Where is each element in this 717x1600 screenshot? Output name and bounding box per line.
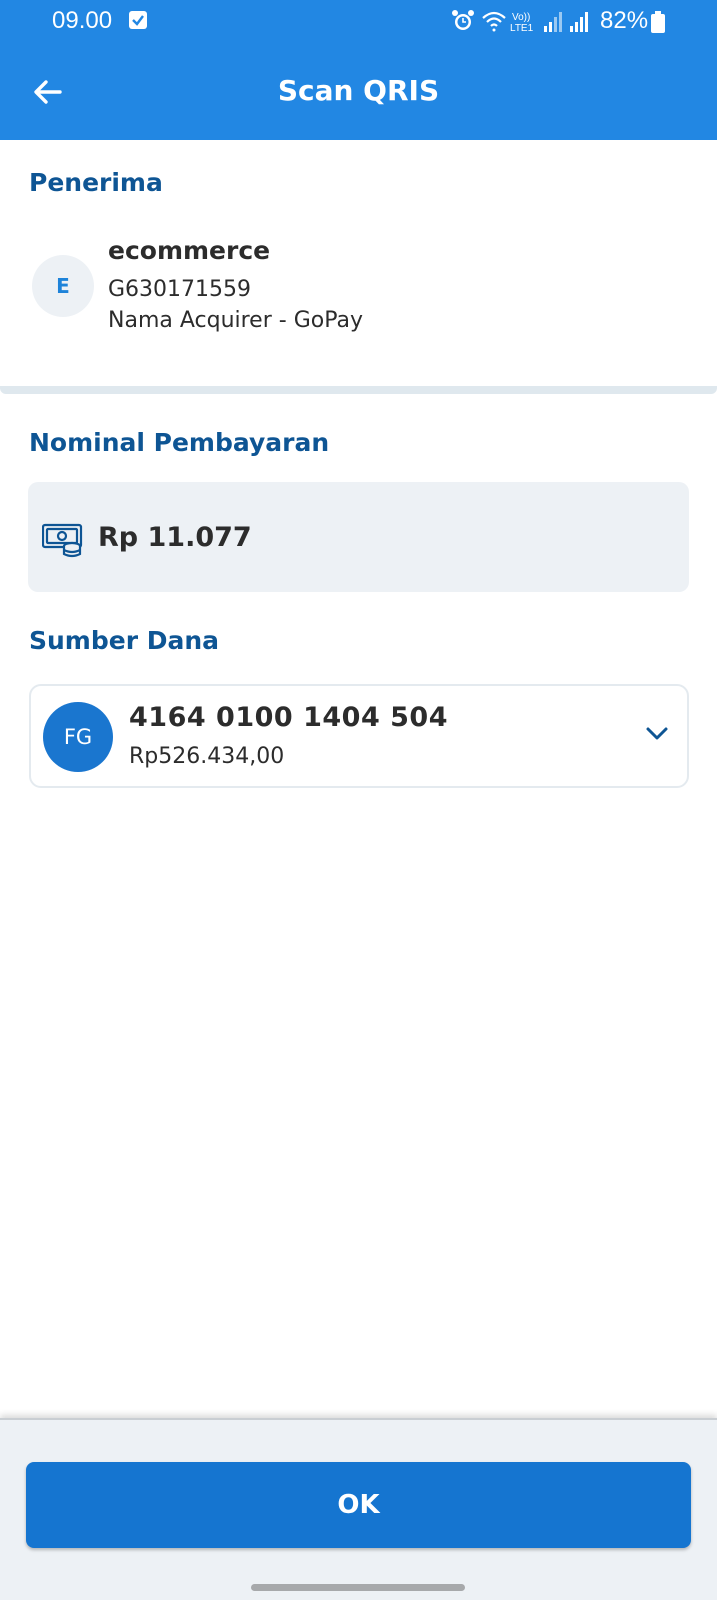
signal-icon — [544, 12, 562, 32]
svg-text:LTE1: LTE1 — [510, 23, 534, 34]
bottom-action-bar: OK — [0, 1418, 717, 1600]
amount-box: Rp 11.077 — [28, 482, 689, 592]
page-title: Scan QRIS — [277, 74, 440, 107]
ok-button[interactable]: OK — [26, 1462, 691, 1548]
app-bar: Scan QRIS — [0, 44, 717, 140]
funding-section-title: Sumber Dana — [29, 626, 220, 655]
battery-icon — [651, 11, 665, 33]
battery-percent: 82% — [600, 7, 649, 34]
home-indicator[interactable] — [251, 1584, 465, 1591]
payment-amount: Rp 11.077 — [98, 522, 252, 553]
recipient-section-title: Penerima — [29, 168, 163, 197]
payment-card: Nominal Pembayaran Rp 11.077 Sumber Dana… — [0, 406, 717, 818]
money-icon — [41, 522, 86, 562]
signal-icon-2 — [570, 12, 588, 32]
chevron-down-icon[interactable] — [645, 724, 669, 746]
recipient-card: Penerima E ecommerce G630171559 Nama Acq… — [0, 140, 717, 394]
account-avatar: FG — [43, 702, 113, 772]
recipient-avatar: E — [32, 255, 94, 317]
recipient-id: G630171559 — [108, 277, 252, 302]
wifi-icon — [482, 11, 506, 32]
funding-source-selector[interactable]: FG 4164 0100 1404 504 Rp526.434,00 — [29, 684, 689, 788]
payment-section-title: Nominal Pembayaran — [29, 428, 330, 457]
status-bar: 09.00 Vo)) LTE1 82% — [0, 0, 717, 44]
account-balance: Rp526.434,00 — [129, 744, 285, 769]
recipient-acquirer: Nama Acquirer - GoPay — [108, 308, 363, 333]
alarm-icon — [452, 10, 474, 30]
volte-label: Vo)) — [512, 12, 530, 23]
account-number: 4164 0100 1404 504 — [129, 702, 448, 733]
recipient-name: ecommerce — [108, 236, 271, 265]
